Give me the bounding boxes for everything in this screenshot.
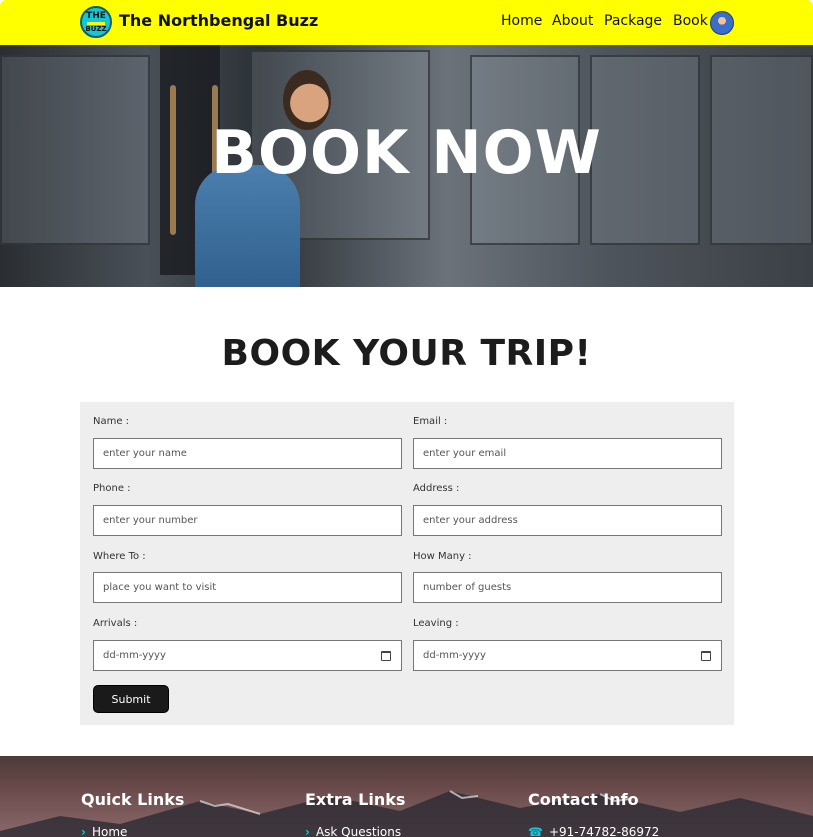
submit-button[interactable]: Submit bbox=[93, 685, 169, 713]
arrivals-date-input[interactable]: dd-mm-yyyy bbox=[93, 640, 402, 671]
booking-form: Name : enter your name Email : enter you… bbox=[80, 402, 734, 725]
footer-link-ask-questions[interactable]: › Ask Questions bbox=[305, 825, 401, 837]
site-header: THE BUZZ The Northbengal Buzz Home About… bbox=[0, 0, 813, 45]
hero-banner: BOOK NOW bbox=[0, 45, 813, 287]
phone-input[interactable]: enter your number bbox=[93, 505, 402, 536]
main-nav: Home About Package Book bbox=[0, 13, 813, 33]
user-avatar[interactable] bbox=[710, 11, 734, 35]
address-placeholder: enter your address bbox=[423, 515, 518, 526]
footer-contact-phone[interactable]: ☎ +91-74782-86972 bbox=[528, 825, 659, 837]
chevron-right-icon: › bbox=[81, 825, 86, 837]
nav-home[interactable]: Home bbox=[501, 13, 542, 29]
leaving-label: Leaving : bbox=[413, 618, 459, 629]
how-many-input[interactable]: number of guests bbox=[413, 572, 722, 603]
how-many-label: How Many : bbox=[413, 551, 472, 562]
address-label: Address : bbox=[413, 483, 460, 494]
how-many-placeholder: number of guests bbox=[423, 582, 512, 593]
arrivals-placeholder: dd-mm-yyyy bbox=[103, 650, 166, 661]
section-title: BOOK YOUR TRIP! bbox=[221, 333, 592, 374]
footer-link-home[interactable]: › Home bbox=[81, 825, 127, 837]
quick-links-title: Quick Links bbox=[81, 790, 185, 809]
email-placeholder: enter your email bbox=[423, 448, 507, 459]
footer-link-label: Home bbox=[91, 825, 128, 837]
where-to-input[interactable]: place you want to visit bbox=[93, 572, 402, 603]
where-to-placeholder: place you want to visit bbox=[103, 582, 217, 593]
nav-book[interactable]: Book bbox=[673, 13, 708, 29]
footer-link-label: Ask Questions bbox=[315, 825, 402, 837]
hero-title: BOOK NOW bbox=[211, 118, 602, 188]
where-to-label: Where To : bbox=[93, 551, 146, 562]
nav-package[interactable]: Package bbox=[604, 13, 662, 29]
nav-about[interactable]: About bbox=[552, 13, 593, 29]
calendar-icon[interactable] bbox=[701, 651, 711, 661]
arrivals-label: Arrivals : bbox=[93, 618, 138, 629]
site-footer: Quick Links Extra Links Contact Info › Ho… bbox=[0, 756, 813, 837]
email-label: Email : bbox=[413, 416, 448, 427]
contact-phone-text: +91-74782-86972 bbox=[548, 825, 660, 837]
email-input[interactable]: enter your email bbox=[413, 438, 722, 469]
phone-placeholder: enter your number bbox=[103, 515, 198, 526]
contact-info-title: Contact Info bbox=[528, 790, 639, 809]
phone-label: Phone : bbox=[93, 483, 131, 494]
calendar-icon[interactable] bbox=[381, 651, 391, 661]
phone-icon: ☎ bbox=[528, 825, 543, 837]
name-input[interactable]: enter your name bbox=[93, 438, 402, 469]
leaving-placeholder: dd-mm-yyyy bbox=[423, 650, 486, 661]
chevron-right-icon: › bbox=[305, 825, 310, 837]
leaving-date-input[interactable]: dd-mm-yyyy bbox=[413, 640, 722, 671]
extra-links-title: Extra Links bbox=[305, 790, 406, 809]
name-label: Name : bbox=[93, 416, 130, 427]
address-input[interactable]: enter your address bbox=[413, 505, 722, 536]
name-placeholder: enter your name bbox=[103, 448, 187, 459]
